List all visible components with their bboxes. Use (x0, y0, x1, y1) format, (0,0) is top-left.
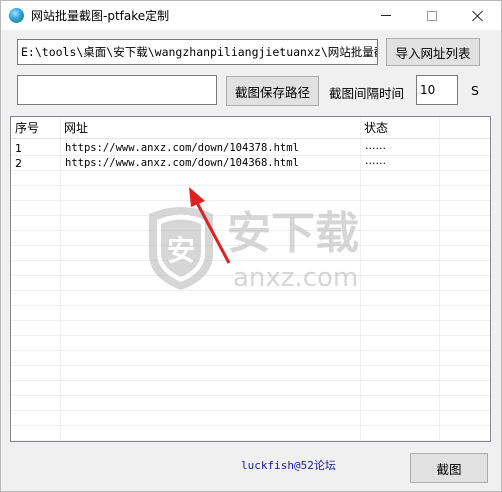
row-status: ······ (365, 157, 386, 170)
title-bar: 网站批量截图-ptfake定制 (1, 1, 501, 30)
grid-row-line (11, 215, 490, 216)
interval-input[interactable]: 10 (416, 75, 458, 105)
maximize-icon (427, 10, 437, 21)
row-index: 2 (15, 157, 22, 170)
credit-link[interactable]: luckfish@52论坛 (241, 457, 336, 473)
maximize-button[interactable] (409, 1, 455, 30)
interval-label: 截图间隔时间 (329, 86, 405, 101)
table-row[interactable]: 2 https://www.anxz.com/down/104368.html … (11, 156, 490, 171)
interval-unit: S (471, 83, 479, 98)
minimize-button[interactable] (363, 1, 409, 30)
grid-row-line (11, 395, 490, 396)
close-icon (472, 10, 484, 22)
app-window: 网站批量截图-ptfake定制 E:\tools\桌面\安下载\wangzhan… (0, 0, 502, 492)
window-title: 网站批量截图-ptfake定制 (31, 9, 170, 23)
grid-row-line (11, 260, 490, 261)
globe-app-icon (9, 8, 24, 23)
row-status: ······ (365, 142, 386, 155)
row-url: https://www.anxz.com/down/104368.html (65, 157, 299, 169)
save-path-button[interactable]: 截图保存路径 (226, 76, 319, 106)
minimize-icon (381, 15, 391, 16)
import-url-list-button[interactable]: 导入网址列表 (386, 38, 480, 66)
grid-row-line (11, 380, 490, 381)
url-grid[interactable]: 序号 网址 状态 1 https://www.anxz.com/down/104… (10, 116, 491, 442)
url-list-path-input[interactable]: E:\tools\桌面\安下载\wangzhanpiliangjietuanxz… (17, 39, 378, 65)
grid-row-line (11, 185, 490, 186)
grid-row-line (11, 410, 490, 411)
grid-row-line (11, 200, 490, 201)
grid-row-line (11, 245, 490, 246)
grid-row-line (11, 290, 490, 291)
annotation-arrow-icon (189, 187, 231, 264)
grid-row-line (11, 350, 490, 351)
grid-row-line (11, 335, 490, 336)
close-button[interactable] (455, 1, 501, 30)
save-path-input[interactable] (17, 75, 217, 105)
grid-row-line (11, 230, 490, 231)
grid-row-line (11, 320, 490, 321)
grid-row-line (11, 305, 490, 306)
grid-row-line (11, 365, 490, 366)
column-header-index[interactable]: 序号 (11, 117, 60, 139)
row-url: https://www.anxz.com/down/104378.html (65, 142, 299, 154)
grid-header: 序号 网址 状态 (11, 117, 490, 139)
grid-row-line (11, 275, 490, 276)
capture-button[interactable]: 截图 (410, 453, 488, 483)
grid-row-line (11, 440, 490, 441)
column-header-url[interactable]: 网址 (60, 117, 360, 139)
row-index: 1 (15, 142, 22, 155)
table-row[interactable]: 1 https://www.anxz.com/down/104378.html … (11, 141, 490, 156)
grid-row-line (11, 425, 490, 426)
column-header-status[interactable]: 状态 (360, 117, 439, 139)
